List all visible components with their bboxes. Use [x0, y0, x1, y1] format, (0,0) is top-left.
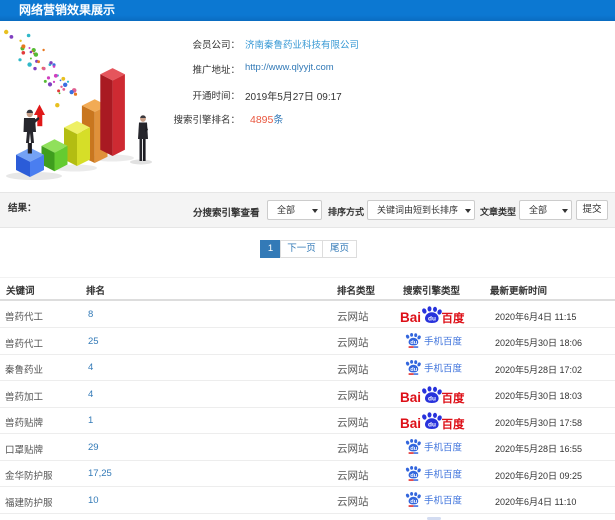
svg-text:Bai: Bai	[400, 416, 421, 430]
svg-text:手机百度: 手机百度	[424, 468, 463, 480]
svg-text:百度: 百度	[442, 417, 465, 430]
svg-text:百度: 百度	[442, 391, 465, 404]
svg-text:百度: 百度	[442, 311, 465, 324]
svg-text:手机百度: 手机百度	[424, 495, 463, 507]
svg-text:手机百度: 手机百度	[424, 336, 463, 348]
svg-text:du: du	[410, 499, 417, 505]
svg-text:Bai: Bai	[400, 310, 421, 324]
svg-text:du: du	[428, 395, 436, 402]
svg-text:手机百度: 手机百度	[424, 442, 463, 454]
svg-text:du: du	[428, 316, 436, 323]
svg-text:du: du	[428, 422, 436, 429]
svg-text:du: du	[410, 446, 417, 452]
svg-text:手机百度: 手机百度	[424, 362, 463, 374]
svg-text:du: du	[410, 367, 417, 373]
svg-text:du: du	[410, 473, 417, 479]
svg-text:Bai: Bai	[400, 390, 421, 404]
svg-text:du: du	[410, 340, 417, 346]
